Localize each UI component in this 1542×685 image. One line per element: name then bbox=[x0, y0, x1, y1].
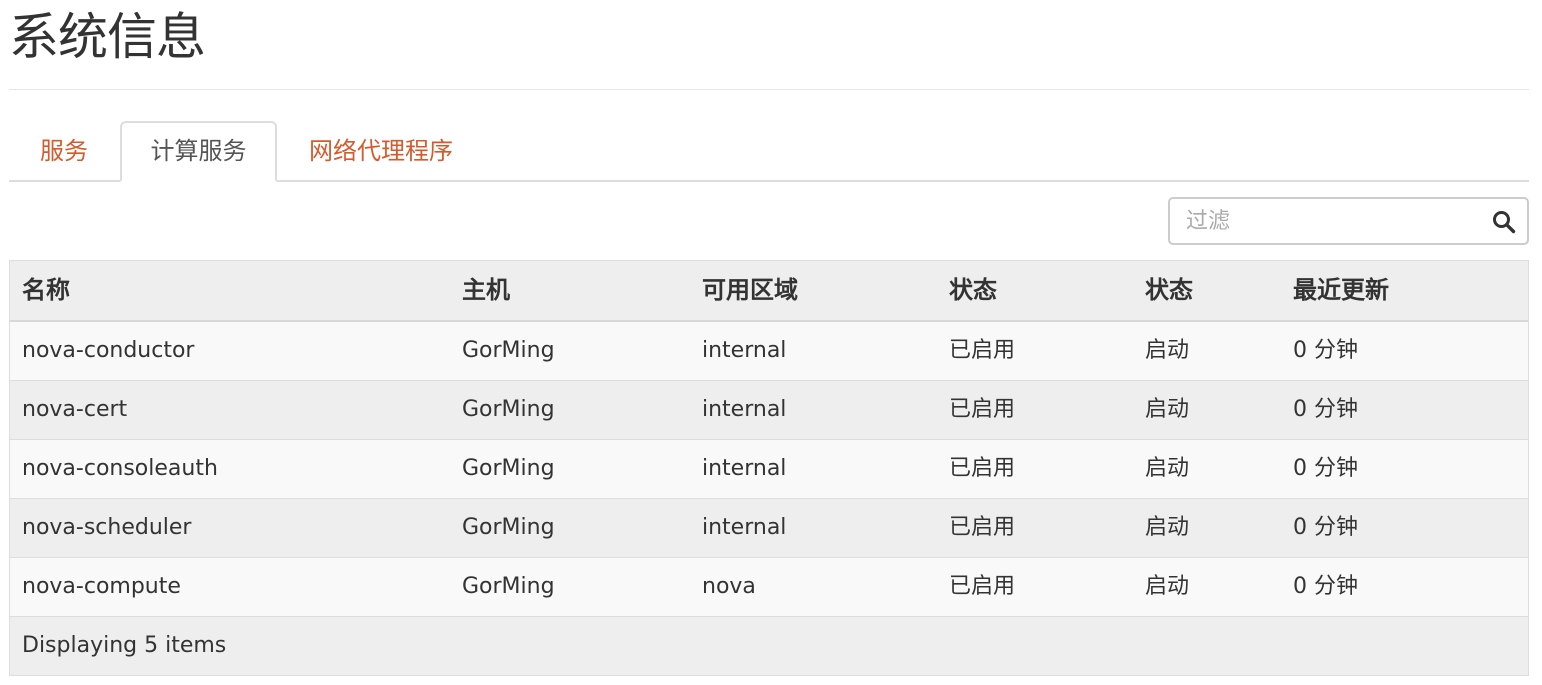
tab-bar: 服务 计算服务 网络代理程序 bbox=[9, 121, 1529, 182]
title-divider bbox=[9, 89, 1529, 90]
cell-status: 已启用 bbox=[949, 515, 1016, 540]
table-row: nova-consoleauth GorMing internal 已启用 启动… bbox=[10, 440, 1528, 499]
cell-last-updated: 0 分钟 bbox=[1293, 397, 1358, 422]
filter-box bbox=[1168, 197, 1529, 245]
page: 系统信息 服务 计算服务 网络代理程序 名称 主机 可用区域 状态 状态 最近更… bbox=[9, 0, 1529, 685]
cell-state: 启动 bbox=[1145, 338, 1190, 363]
cell-zone: internal bbox=[702, 338, 787, 363]
column-header-last-updated[interactable]: 最近更新 bbox=[1293, 261, 1389, 320]
table-header: 名称 主机 可用区域 状态 状态 最近更新 bbox=[10, 261, 1528, 322]
table-row: nova-cert GorMing internal 已启用 启动 0 分钟 bbox=[10, 381, 1528, 440]
cell-name: nova-compute bbox=[22, 574, 181, 599]
cell-name: nova-scheduler bbox=[22, 515, 192, 540]
cell-last-updated: 0 分钟 bbox=[1293, 338, 1358, 363]
cell-host: GorMing bbox=[462, 456, 555, 481]
tab-network-agents[interactable]: 网络代理程序 bbox=[289, 121, 479, 182]
table-row: nova-scheduler GorMing internal 已启用 启动 0… bbox=[10, 499, 1528, 558]
cell-name: nova-conductor bbox=[22, 338, 195, 363]
cell-zone: internal bbox=[702, 456, 787, 481]
cell-status: 已启用 bbox=[949, 456, 1016, 481]
column-header-state[interactable]: 状态 bbox=[1145, 261, 1193, 320]
cell-zone: internal bbox=[702, 397, 787, 422]
page-title: 系统信息 bbox=[9, 8, 206, 66]
tab-services[interactable]: 服务 bbox=[9, 121, 119, 182]
column-header-name[interactable]: 名称 bbox=[22, 261, 70, 320]
cell-status: 已启用 bbox=[949, 574, 1016, 599]
cell-host: GorMing bbox=[462, 515, 555, 540]
cell-state: 启动 bbox=[1145, 397, 1190, 422]
cell-status: 已启用 bbox=[949, 338, 1016, 363]
cell-state: 启动 bbox=[1145, 515, 1190, 540]
compute-services-table: 名称 主机 可用区域 状态 状态 最近更新 nova-conductor Gor… bbox=[9, 260, 1529, 676]
cell-last-updated: 0 分钟 bbox=[1293, 456, 1358, 481]
cell-host: GorMing bbox=[462, 574, 555, 599]
cell-status: 已启用 bbox=[949, 397, 1016, 422]
cell-zone: internal bbox=[702, 515, 787, 540]
filter-input[interactable] bbox=[1170, 199, 1480, 243]
cell-last-updated: 0 分钟 bbox=[1293, 574, 1358, 599]
column-header-zone[interactable]: 可用区域 bbox=[702, 261, 798, 320]
column-header-host[interactable]: 主机 bbox=[462, 261, 510, 320]
cell-host: GorMing bbox=[462, 397, 555, 422]
cell-host: GorMing bbox=[462, 338, 555, 363]
item-count-text: Displaying 5 items bbox=[22, 633, 227, 658]
table-footer: Displaying 5 items bbox=[10, 617, 1528, 675]
cell-name: nova-consoleauth bbox=[22, 456, 218, 481]
tab-compute-services[interactable]: 计算服务 bbox=[120, 121, 277, 182]
table-row: nova-conductor GorMing internal 已启用 启动 0… bbox=[10, 322, 1528, 381]
cell-zone: nova bbox=[702, 574, 756, 599]
table-row: nova-compute GorMing nova 已启用 启动 0 分钟 bbox=[10, 558, 1528, 617]
column-header-status[interactable]: 状态 bbox=[949, 261, 997, 320]
cell-state: 启动 bbox=[1145, 574, 1190, 599]
cell-name: nova-cert bbox=[22, 397, 128, 422]
search-icon[interactable] bbox=[1492, 210, 1516, 234]
cell-last-updated: 0 分钟 bbox=[1293, 515, 1358, 540]
cell-state: 启动 bbox=[1145, 456, 1190, 481]
